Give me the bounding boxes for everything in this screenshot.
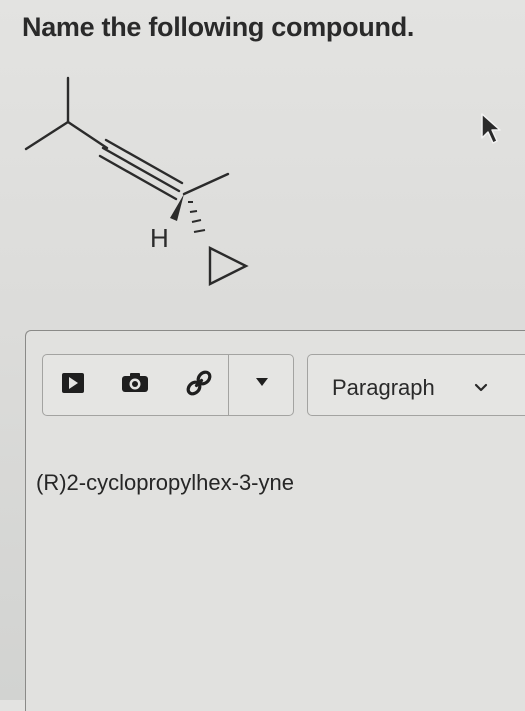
triple-bond-line-2 <box>101 146 181 193</box>
question-text: Name the following compound. <box>22 12 415 42</box>
toolbar-divider <box>228 355 229 415</box>
triple-bond-line-3 <box>98 154 178 201</box>
hashed-bond <box>188 201 206 233</box>
insert-media-button[interactable] <box>58 368 88 398</box>
cyclopropyl-ring <box>208 246 249 286</box>
paragraph-format-label: Paragraph <box>332 375 435 400</box>
triangle-down-icon <box>256 378 268 386</box>
chevron-down-icon <box>474 383 488 392</box>
bond-to-alkyne <box>66 120 109 150</box>
more-options-button[interactable] <box>250 372 274 392</box>
link-icon <box>186 370 212 396</box>
triple-bond-line-1 <box>104 138 184 185</box>
hydrogen-label: H <box>150 223 169 253</box>
bond-methyl-left <box>24 120 70 151</box>
insert-image-button[interactable] <box>118 368 152 398</box>
answer-text[interactable]: (R)2-cyclopropylhex-3-yne <box>36 470 294 496</box>
bond-stereo-methyl <box>182 172 230 196</box>
camera-icon <box>122 373 148 392</box>
chemical-structure <box>24 76 249 286</box>
mouse-cursor-icon <box>481 113 501 144</box>
insert-link-button[interactable] <box>180 364 218 402</box>
media-play-icon <box>62 373 84 393</box>
